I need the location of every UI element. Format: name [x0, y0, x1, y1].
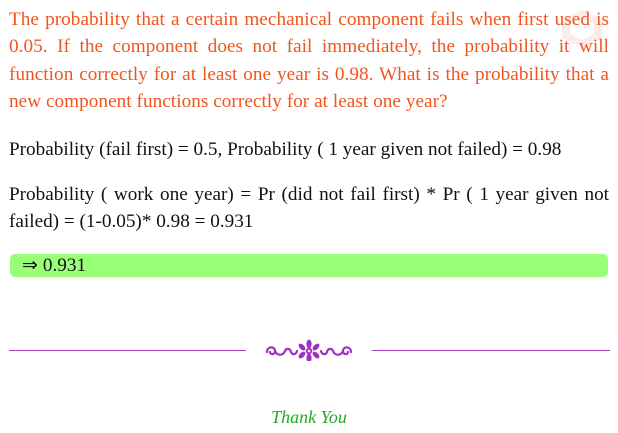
- answer-text: ⇒ 0.931: [22, 255, 87, 276]
- calculation-text: Probability ( work one year) = Pr (did n…: [9, 184, 609, 232]
- thank-you-text: Thank You: [271, 407, 347, 427]
- given-probabilities: Probability (fail first) = 0.5, Probabil…: [9, 139, 562, 160]
- floral-ornament-icon: [265, 339, 353, 361]
- divider-line-left: [9, 350, 246, 351]
- question-text: The probability that a certain mechanica…: [9, 9, 609, 112]
- answer-box: ⇒ 0.931: [10, 254, 608, 277]
- divider-line-right: [372, 350, 610, 351]
